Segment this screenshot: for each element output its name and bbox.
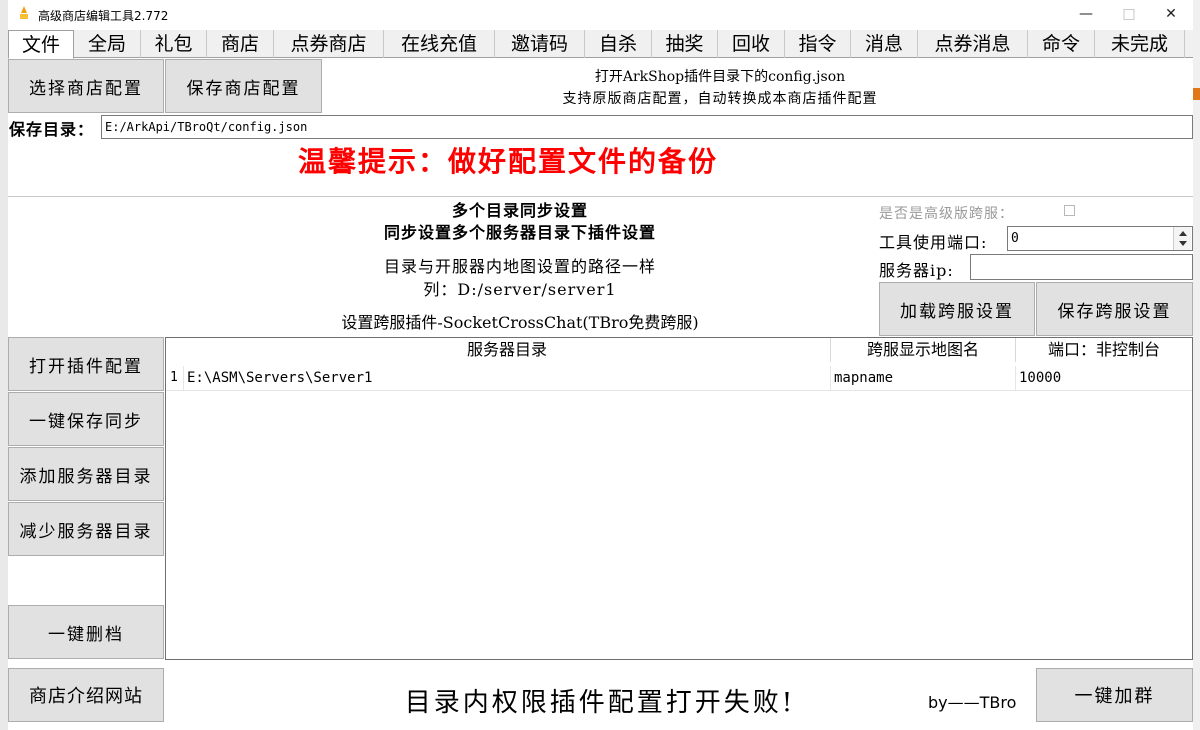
open-plugin-config-button[interactable]: 打开插件配置 [8, 337, 164, 391]
tab-unfinished[interactable]: 未完成 [1095, 30, 1185, 58]
close-button[interactable]: ✕ [1148, 0, 1194, 30]
background-window-strip [0, 0, 8, 730]
stepper-up-icon[interactable] [1179, 230, 1187, 236]
tab-messages[interactable]: 消息 [851, 30, 918, 58]
save-dir-label: 保存目录： [9, 120, 95, 139]
column-header-port[interactable]: 端口：非控制台 [1016, 338, 1192, 362]
delete-save-button[interactable]: 一键删档 [8, 605, 164, 659]
tab-gift[interactable]: 礼包 [141, 30, 207, 58]
sync-title-2: 同步设置多个服务器目录下插件设置 [383, 223, 656, 242]
app-icon [20, 6, 28, 19]
tab-file[interactable]: 文件 [8, 30, 74, 59]
remove-server-dir-button[interactable]: 减少服务器目录 [8, 502, 164, 556]
stepper-down-icon[interactable] [1179, 241, 1187, 247]
tab-recycle[interactable]: 回收 [718, 30, 785, 58]
tab-shop[interactable]: 商店 [207, 30, 274, 58]
status-message: 目录内权限插件配置打开失败! [404, 688, 796, 718]
save-sync-button[interactable]: 一键保存同步 [8, 392, 164, 446]
server-table: 服务器目录 跨服显示地图名 端口：非控制台 1 E:\ASM\Servers\S… [165, 337, 1193, 660]
tab-point-shop[interactable]: 点券商店 [274, 30, 384, 58]
advanced-cross-label: 是否是高级版跨服： [879, 206, 1014, 222]
window-title: 高级商店编辑工具2.772 [38, 9, 169, 23]
right-edge-strip [1193, 0, 1200, 730]
save-cross-button[interactable]: 保存跨服设置 [1036, 282, 1193, 336]
tab-commands[interactable]: 指令 [785, 30, 851, 58]
tab-bar: 文件 全局 礼包 商店 点券商店 在线充值 邀请码 自杀 抽奖 回收 指令 消息… [8, 30, 1193, 59]
sync-title-1: 多个目录同步设置 [451, 201, 588, 220]
join-group-button[interactable]: 一键加群 [1036, 668, 1193, 722]
shop-website-button[interactable]: 商店介绍网站 [8, 668, 164, 722]
info-line-1: 打开ArkShop插件目录下的config.json [594, 69, 846, 85]
cell-map-name[interactable]: mapname [831, 366, 1016, 390]
advanced-cross-checkbox[interactable] [1064, 205, 1075, 216]
cross-plugin-note: 设置跨服插件-SocketCrossChat(TBro免费跨服) [341, 313, 699, 332]
tab-invite-code[interactable]: 邀请码 [495, 30, 585, 58]
load-cross-button[interactable]: 加载跨服设置 [879, 282, 1035, 336]
tab-global[interactable]: 全局 [74, 30, 141, 58]
port-spinbox[interactable] [1007, 226, 1193, 251]
save-dir-field[interactable] [101, 115, 1193, 139]
sync-desc-2: 列：D:/server/server1 [423, 280, 617, 299]
column-header-map[interactable]: 跨服显示地图名 [831, 338, 1016, 362]
maximize-button[interactable]: □ [1106, 0, 1152, 30]
title-bar: 高级商店编辑工具2.772 — □ ✕ [8, 0, 1193, 30]
minimize-button[interactable]: — [1063, 0, 1109, 30]
tab-lottery[interactable]: 抽奖 [652, 30, 718, 58]
ip-field[interactable] [970, 254, 1193, 280]
tab-command[interactable]: 命令 [1028, 30, 1095, 58]
cell-server-dir[interactable]: E:\ASM\Servers\Server1 [184, 366, 831, 390]
row-index: 1 [166, 366, 184, 390]
sync-desc-1: 目录与开服器内地图设置的路径一样 [383, 257, 656, 276]
tab-suicide[interactable]: 自杀 [585, 30, 652, 58]
backup-warning: 温馨提示：做好配置文件的备份 [298, 145, 719, 178]
background-accent [1193, 88, 1200, 100]
row-divider [166, 390, 1192, 391]
tab-point-messages[interactable]: 点券消息 [918, 30, 1028, 58]
cell-port[interactable]: 10000 [1016, 366, 1192, 390]
ip-label: 服务器ip: [879, 261, 954, 280]
select-shop-config-button[interactable]: 选择商店配置 [8, 59, 164, 113]
add-server-dir-button[interactable]: 添加服务器目录 [8, 447, 164, 501]
port-stepper[interactable] [1173, 227, 1191, 250]
column-header-dir[interactable]: 服务器目录 [184, 338, 831, 362]
save-shop-config-button[interactable]: 保存商店配置 [165, 59, 322, 113]
info-line-2: 支持原版商店配置，自动转换成本商店插件配置 [562, 91, 878, 107]
port-label: 工具使用端口: [879, 233, 988, 252]
author-credit: by——TBro [928, 693, 1017, 712]
tab-online-recharge[interactable]: 在线充值 [384, 30, 495, 58]
